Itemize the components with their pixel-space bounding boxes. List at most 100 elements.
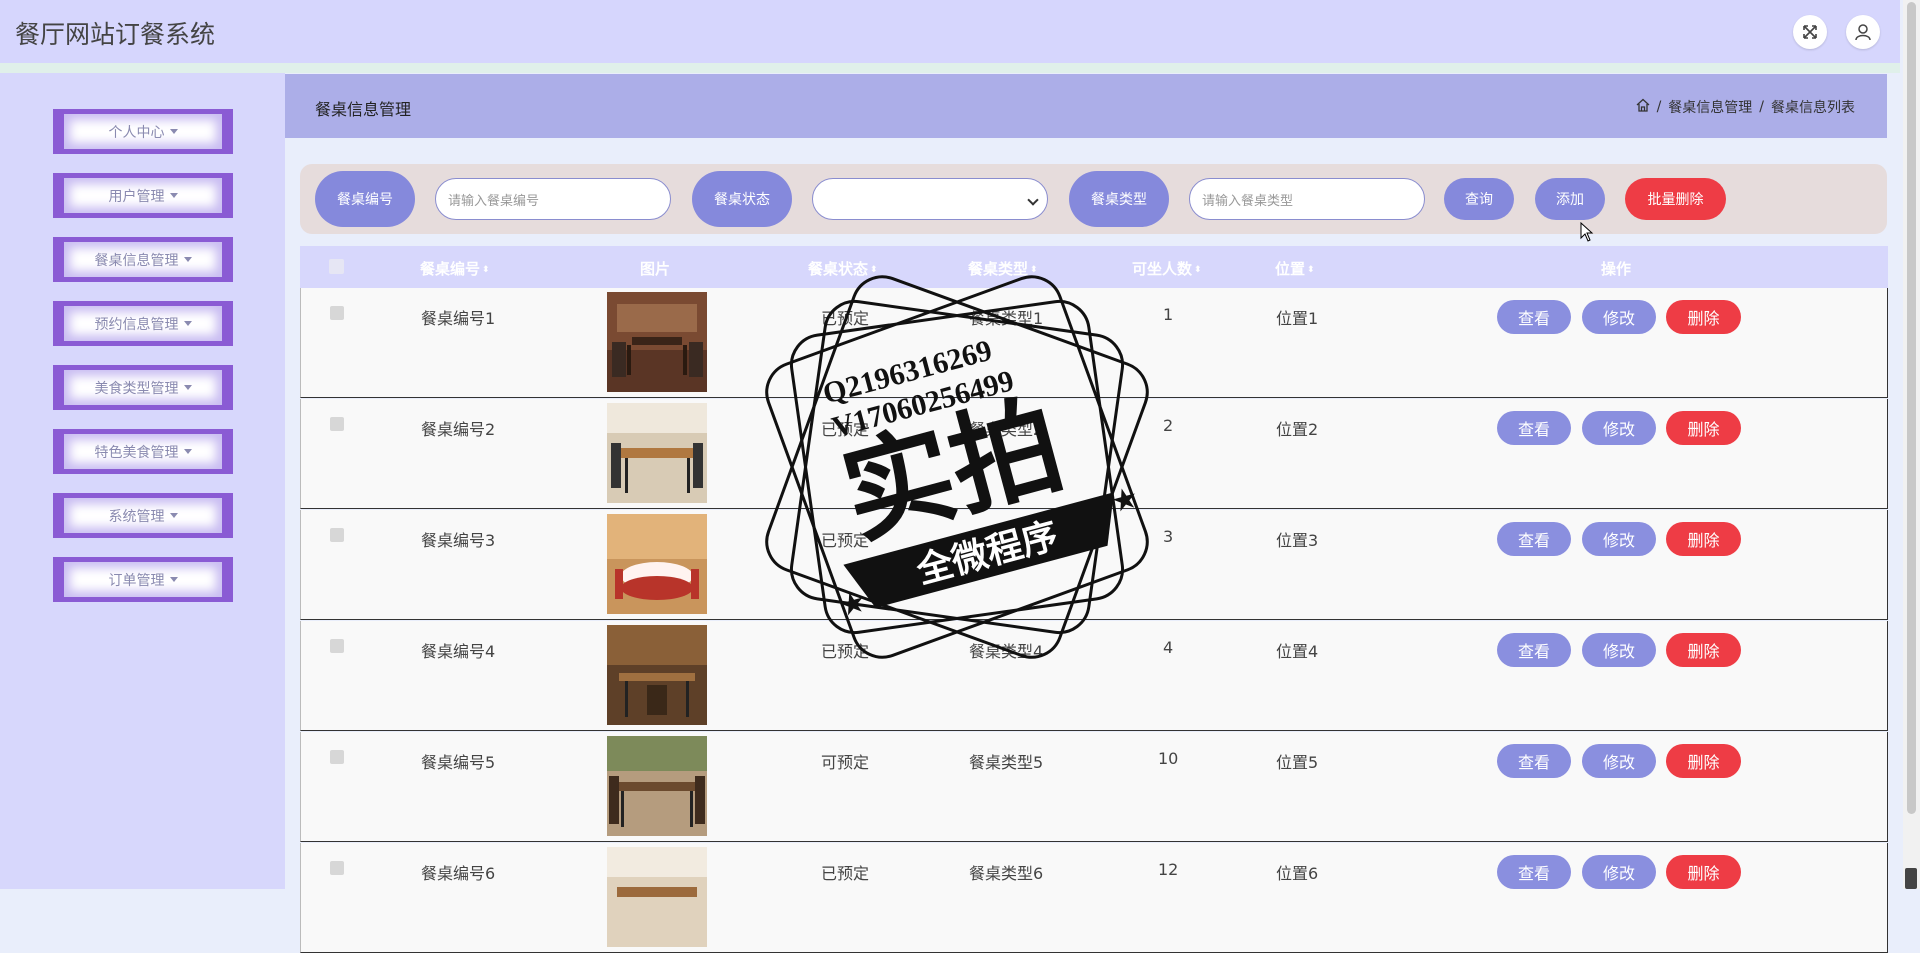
row-checkbox[interactable] [330, 639, 344, 653]
edit-button[interactable]: 修改 [1582, 300, 1656, 334]
cell-location: 位置4 [1276, 642, 1319, 661]
table-number-input[interactable]: 请输入餐桌编号 [435, 178, 671, 220]
cell-seats: 2 [1163, 416, 1174, 435]
caret-down-icon [169, 577, 178, 582]
cell-location: 位置6 [1276, 864, 1319, 883]
column-header-status[interactable]: 餐桌状态 ⬍ [808, 258, 878, 279]
sidebar-item-reservation-info[interactable]: 预约信息管理 [53, 301, 233, 346]
view-button[interactable]: 查看 [1497, 300, 1571, 334]
sidebar-item-table-info[interactable]: 餐桌信息管理 [53, 237, 233, 282]
sort-icon: ⬍ [1030, 264, 1038, 275]
caret-down-icon [183, 385, 192, 390]
table-header: 餐桌编号 ⬍ 图片 餐桌状态 ⬍ 餐桌类型 ⬍ 可坐人数 ⬍ 位置 ⬍ 操作 [300, 246, 1888, 288]
sort-icon: ⬍ [482, 264, 490, 275]
sidebar-item-personal-center[interactable]: 个人中心 [53, 109, 233, 154]
fullscreen-icon[interactable] [1793, 15, 1827, 49]
view-button[interactable]: 查看 [1497, 855, 1571, 889]
delete-button[interactable]: 删除 [1666, 411, 1741, 445]
table-type-input[interactable]: 请输入餐桌类型 [1189, 178, 1425, 220]
table-photo[interactable] [607, 514, 707, 614]
table-photo[interactable] [607, 292, 707, 392]
table-row: 餐桌编号3 已预定 餐桌类型3 3 位置3 查看 修改 删除 [300, 510, 1888, 620]
scrollbar-thumb[interactable] [1907, 2, 1916, 814]
breadcrumb: / 餐桌信息管理 / 餐桌信息列表 [1636, 97, 1855, 117]
sidebar: 个人中心 用户管理 餐桌信息管理 预约信息管理 美食类型管理 特色美食管理 系统… [0, 73, 285, 889]
breadcrumb-separator: / [1656, 99, 1662, 115]
cell-number: 餐桌编号1 [421, 309, 496, 328]
cell-type: 餐桌类型6 [969, 864, 1044, 883]
row-checkbox[interactable] [330, 417, 344, 431]
sidebar-item-special-food[interactable]: 特色美食管理 [53, 429, 233, 474]
home-icon[interactable] [1636, 98, 1650, 116]
add-button[interactable]: 添加 [1535, 178, 1605, 220]
table-photo[interactable] [607, 847, 707, 947]
cell-type: 餐桌类型1 [969, 309, 1044, 328]
column-header-seats[interactable]: 可坐人数 ⬍ [1132, 258, 1202, 279]
cell-number: 餐桌编号4 [421, 642, 496, 661]
edit-button[interactable]: 修改 [1582, 411, 1656, 445]
delete-button[interactable]: 删除 [1666, 300, 1741, 334]
table-photo[interactable] [607, 625, 707, 725]
header-divider [0, 63, 1900, 73]
cell-type: 餐桌类型5 [969, 753, 1044, 772]
cell-type: 餐桌类型4 [969, 642, 1044, 661]
sidebar-item-label: 用户管理 [108, 188, 165, 205]
cell-number: 餐桌编号2 [421, 420, 496, 439]
breadcrumb-item[interactable]: 餐桌信息管理 [1668, 97, 1752, 117]
row-checkbox[interactable] [330, 306, 344, 320]
search-form: 餐桌编号 请输入餐桌编号 餐桌状态 餐桌类型 请输入餐桌类型 查询 添加 批量删… [300, 164, 1887, 234]
sidebar-item-label: 订单管理 [108, 572, 165, 589]
row-checkbox[interactable] [330, 861, 344, 875]
sort-icon: ⬍ [1307, 264, 1315, 275]
cell-status: 已预定 [821, 531, 870, 550]
cell-seats: 3 [1163, 527, 1174, 546]
cell-status: 已预定 [821, 309, 870, 328]
table-photo[interactable] [607, 736, 707, 836]
query-button[interactable]: 查询 [1444, 178, 1514, 220]
view-button[interactable]: 查看 [1497, 522, 1571, 556]
select-all-checkbox[interactable] [329, 259, 344, 274]
view-button[interactable]: 查看 [1497, 633, 1571, 667]
row-checkbox[interactable] [330, 528, 344, 542]
sidebar-item-system[interactable]: 系统管理 [53, 493, 233, 538]
sidebar-item-orders[interactable]: 订单管理 [53, 557, 233, 602]
column-header-type[interactable]: 餐桌类型 ⬍ [968, 258, 1038, 279]
delete-button[interactable]: 删除 [1666, 522, 1741, 556]
vertical-scrollbar[interactable] [1903, 0, 1920, 889]
user-icon[interactable] [1846, 15, 1880, 49]
delete-button[interactable]: 删除 [1666, 744, 1741, 778]
batch-delete-button[interactable]: 批量删除 [1625, 178, 1726, 220]
sort-icon: ⬍ [1194, 264, 1202, 275]
cell-type: 餐桌类型2 [969, 420, 1044, 439]
cell-seats: 12 [1158, 860, 1179, 879]
column-header-image: 图片 [640, 260, 671, 278]
sidebar-item-food-type[interactable]: 美食类型管理 [53, 365, 233, 410]
column-header-number[interactable]: 餐桌编号 ⬍ [420, 258, 490, 279]
table-type-label: 餐桌类型 [1069, 171, 1169, 227]
table-status-select[interactable] [812, 178, 1048, 220]
table-photo[interactable] [607, 403, 707, 503]
edit-button[interactable]: 修改 [1582, 633, 1656, 667]
cell-seats: 4 [1163, 638, 1174, 657]
caret-down-icon [183, 449, 192, 454]
cell-number: 餐桌编号3 [421, 531, 496, 550]
delete-button[interactable]: 删除 [1666, 855, 1741, 889]
cell-location: 位置2 [1276, 420, 1319, 439]
sidebar-item-label: 美食类型管理 [94, 380, 179, 397]
table-number-label: 餐桌编号 [315, 171, 415, 227]
table-row: 餐桌编号5 可预定 餐桌类型5 10 位置5 查看 修改 删除 [300, 732, 1888, 842]
view-button[interactable]: 查看 [1497, 744, 1571, 778]
column-header-location[interactable]: 位置 ⬍ [1275, 258, 1315, 279]
table-row: 餐桌编号1 已预定 餐桌类型1 1 位置1 查看 修改 删除 [300, 288, 1888, 398]
row-checkbox[interactable] [330, 750, 344, 764]
sidebar-item-label: 预约信息管理 [94, 316, 179, 333]
edit-button[interactable]: 修改 [1582, 522, 1656, 556]
caret-down-icon [169, 193, 178, 198]
sidebar-item-label: 系统管理 [108, 508, 165, 525]
edit-button[interactable]: 修改 [1582, 855, 1656, 889]
sidebar-item-user-management[interactable]: 用户管理 [53, 173, 233, 218]
edit-button[interactable]: 修改 [1582, 744, 1656, 778]
view-button[interactable]: 查看 [1497, 411, 1571, 445]
breadcrumb-item: 餐桌信息列表 [1771, 100, 1855, 116]
delete-button[interactable]: 删除 [1666, 633, 1741, 667]
